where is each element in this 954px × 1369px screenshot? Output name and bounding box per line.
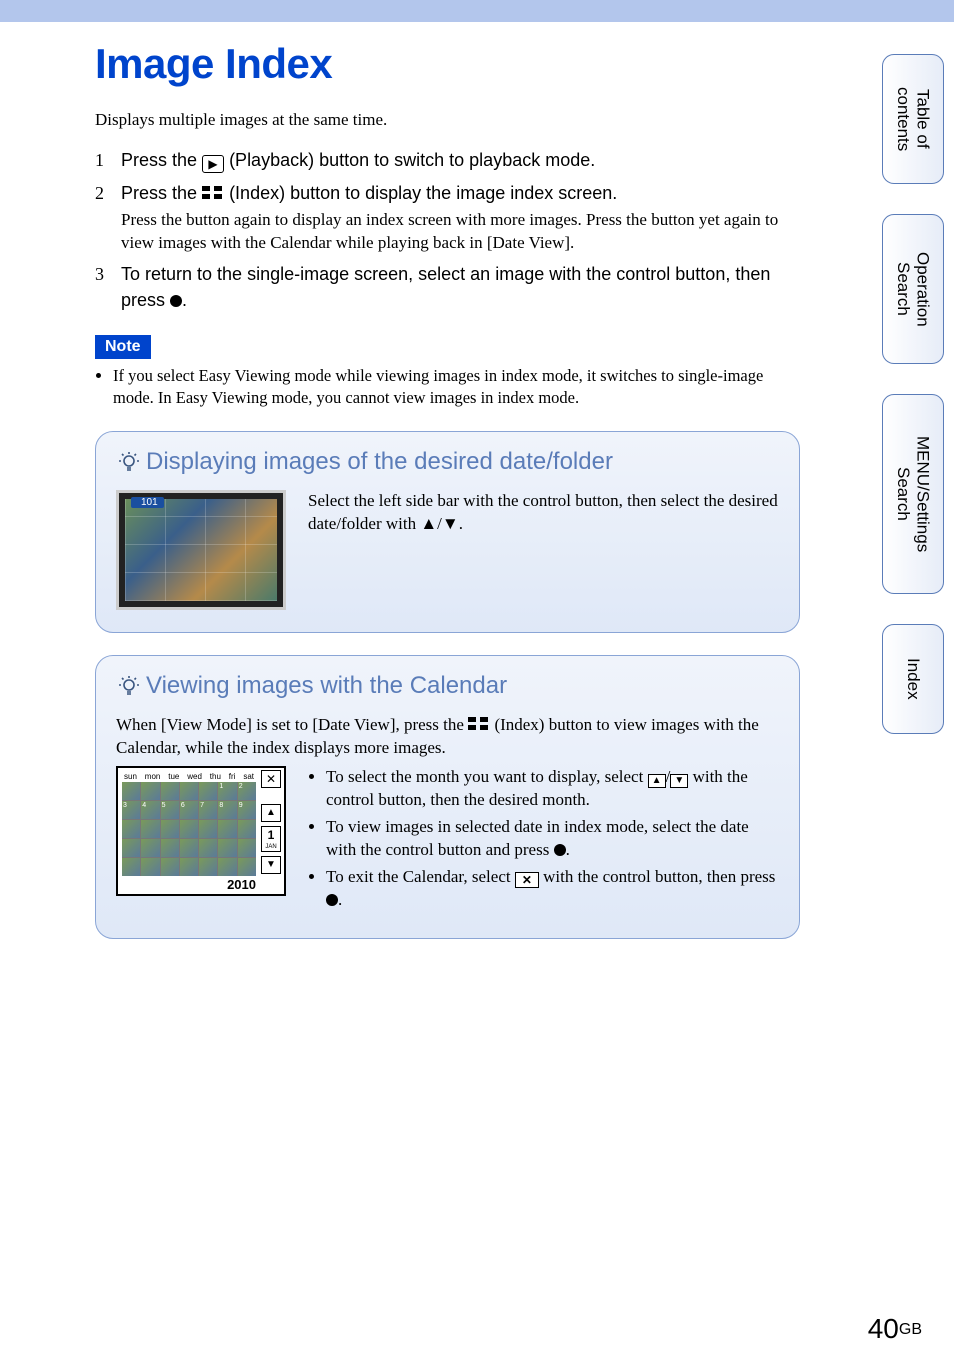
tab-menu-settings-search[interactable]: MENU/Settings Search xyxy=(882,394,944,594)
calendar-dow-row: sun mon tue wed thu fri sat xyxy=(124,772,254,781)
step-number: 3 xyxy=(95,262,113,287)
center-button-icon xyxy=(326,894,338,906)
calendar-down-icon: ▼ xyxy=(261,856,281,874)
dow: wed xyxy=(187,772,202,781)
step-subtext: Press the button again to display an ind… xyxy=(121,209,800,255)
tip-bullet: To view images in selected date in index… xyxy=(326,816,779,862)
step-text: (Index) button to display the image inde… xyxy=(229,183,617,203)
dow: fri xyxy=(229,772,236,781)
note-bullet: If you select Easy Viewing mode while vi… xyxy=(113,365,800,410)
step-number: 2 xyxy=(95,181,113,206)
bullet-text: To view images in selected date in index… xyxy=(326,817,749,859)
up-down-arrows: ▲/▼ xyxy=(420,514,458,533)
steps-list: 1 Press the ▶ (Playback) button to switc… xyxy=(95,148,800,313)
step-text: . xyxy=(182,290,187,310)
step-text: Press the xyxy=(121,183,202,203)
side-nav-tabs: Table of contents Operation Search MENU/… xyxy=(882,54,944,734)
tip-bullet: To exit the Calendar, select ✕ with the … xyxy=(326,866,779,912)
calendar-cells: 12 3456789 xyxy=(122,782,256,876)
index-screen-illustration xyxy=(116,490,286,610)
note-list: If you select Easy Viewing mode while vi… xyxy=(95,365,800,410)
dow: sun xyxy=(124,772,137,781)
index-icon xyxy=(468,717,490,731)
bullet-text: To select the month you want to display,… xyxy=(326,767,648,786)
intro-text: Displays multiple images at the same tim… xyxy=(95,110,800,130)
tip-text: Select the left side bar with the contro… xyxy=(308,490,779,536)
playback-icon: ▶ xyxy=(202,155,224,173)
center-button-icon xyxy=(554,844,566,856)
tip-intro-pre: When [View Mode] is set to [Date View], … xyxy=(116,715,468,734)
tab-operation-search[interactable]: Operation Search xyxy=(882,214,944,364)
tip-intro: When [View Mode] is set to [Date View], … xyxy=(116,714,779,760)
month-down-icon: ▼ xyxy=(670,774,688,788)
bullet-text: To exit the Calendar, select xyxy=(326,867,515,886)
calendar-close-icon: ✕ xyxy=(261,770,281,788)
tip-bullet-list: To select the month you want to display,… xyxy=(308,766,779,916)
page-number-suffix: GB xyxy=(899,1321,922,1338)
tip-box-calendar: Viewing images with the Calendar When [V… xyxy=(95,655,800,939)
tab-index[interactable]: Index xyxy=(882,624,944,734)
bullet-text: . xyxy=(566,840,570,859)
page-number: 40GB xyxy=(868,1313,922,1345)
index-icon xyxy=(202,186,224,200)
step-text: To return to the single-image screen, se… xyxy=(121,264,770,309)
tip-text-pre: Select the left side bar with the contro… xyxy=(308,491,778,533)
tip-title: Viewing images with the Calendar xyxy=(116,672,779,700)
main-content: Image Index Displays multiple images at … xyxy=(0,22,840,939)
note-label: Note xyxy=(95,335,151,359)
calendar-year: 2010 xyxy=(227,877,256,892)
tip-text-post: . xyxy=(459,514,463,533)
tip-box-date-folder: Displaying images of the desired date/fo… xyxy=(95,431,800,633)
bullet-text: with the control button, then press xyxy=(539,867,776,886)
tip-bullet: To select the month you want to display,… xyxy=(326,766,779,812)
bullet-text: . xyxy=(338,890,342,909)
hint-bulb-icon xyxy=(116,673,142,699)
tip-title-text: Displaying images of the desired date/fo… xyxy=(146,448,613,476)
dow: sat xyxy=(243,772,254,781)
close-x-icon: ✕ xyxy=(515,872,539,888)
step-1: 1 Press the ▶ (Playback) button to switc… xyxy=(95,148,800,173)
page-title: Image Index xyxy=(95,40,800,88)
tab-table-of-contents[interactable]: Table of contents xyxy=(882,54,944,184)
hint-bulb-icon xyxy=(116,449,142,475)
center-button-icon xyxy=(170,295,182,307)
step-text: (Playback) button to switch to playback … xyxy=(229,150,595,170)
step-3: 3 To return to the single-image screen, … xyxy=(95,262,800,312)
calendar-up-icon: ▲ xyxy=(261,804,281,822)
tip-title: Displaying images of the desired date/fo… xyxy=(116,448,779,476)
calendar-illustration: sun mon tue wed thu fri sat 12 3456789 ✕… xyxy=(116,766,286,896)
tip-title-text: Viewing images with the Calendar xyxy=(146,672,507,700)
step-number: 1 xyxy=(95,148,113,173)
dow: thu xyxy=(210,772,221,781)
step-text: Press the xyxy=(121,150,202,170)
calendar-day-icon: 1JAN xyxy=(261,826,281,852)
page-number-value: 40 xyxy=(868,1313,899,1344)
top-color-bar xyxy=(0,0,954,22)
month-up-icon: ▲ xyxy=(648,774,666,788)
dow: mon xyxy=(145,772,161,781)
step-2: 2 Press the (Index) button to display th… xyxy=(95,181,800,254)
dow: tue xyxy=(168,772,179,781)
